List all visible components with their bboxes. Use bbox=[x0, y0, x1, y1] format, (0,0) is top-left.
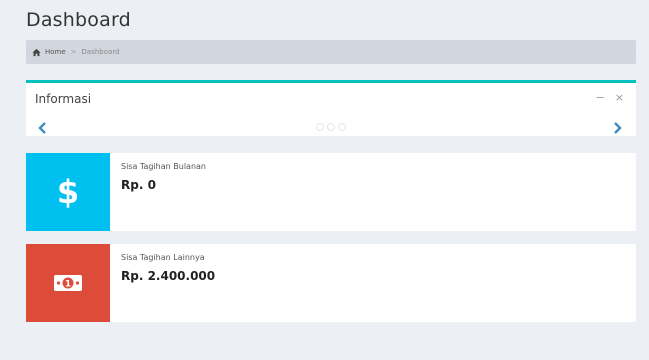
info-panel-tools: − × bbox=[596, 91, 624, 104]
close-button[interactable]: × bbox=[615, 91, 624, 104]
info-box-icon: 1 bbox=[26, 244, 110, 322]
svg-text:1: 1 bbox=[65, 280, 71, 290]
info-box-label: Sisa Tagihan Lainnya bbox=[121, 253, 205, 262]
info-panel-title: Informasi bbox=[35, 92, 92, 106]
carousel-dot[interactable] bbox=[338, 123, 346, 131]
carousel-indicators bbox=[316, 123, 346, 131]
dollar-icon: $ bbox=[56, 173, 80, 211]
info-box-label: Sisa Tagihan Bulanan bbox=[121, 162, 206, 171]
breadcrumb-separator: > bbox=[70, 48, 77, 56]
collapse-button[interactable]: − bbox=[596, 91, 605, 104]
info-box-icon: $ bbox=[26, 153, 110, 231]
info-box-monthly-bill: $ Sisa Tagihan Bulanan Rp. 0 bbox=[26, 153, 636, 231]
info-box-value: Rp. 0 bbox=[121, 178, 156, 192]
breadcrumb-current: Dashboard bbox=[81, 48, 120, 56]
home-icon bbox=[32, 48, 41, 56]
info-box-other-bill: 1 Sisa Tagihan Lainnya Rp. 2.400.000 bbox=[26, 244, 636, 322]
breadcrumb: Home > Dashboard bbox=[26, 40, 636, 64]
breadcrumb-home-link[interactable]: Home bbox=[45, 48, 66, 56]
info-box-value: Rp. 2.400.000 bbox=[121, 269, 216, 283]
carousel-dot[interactable] bbox=[316, 123, 324, 131]
money-bill-icon: 1 bbox=[54, 275, 82, 291]
chevron-left-icon[interactable] bbox=[36, 121, 50, 135]
page-title: Dashboard bbox=[26, 9, 131, 31]
carousel-dot[interactable] bbox=[327, 123, 335, 131]
chevron-right-icon[interactable] bbox=[610, 121, 624, 135]
info-panel: Informasi − × bbox=[26, 80, 636, 136]
